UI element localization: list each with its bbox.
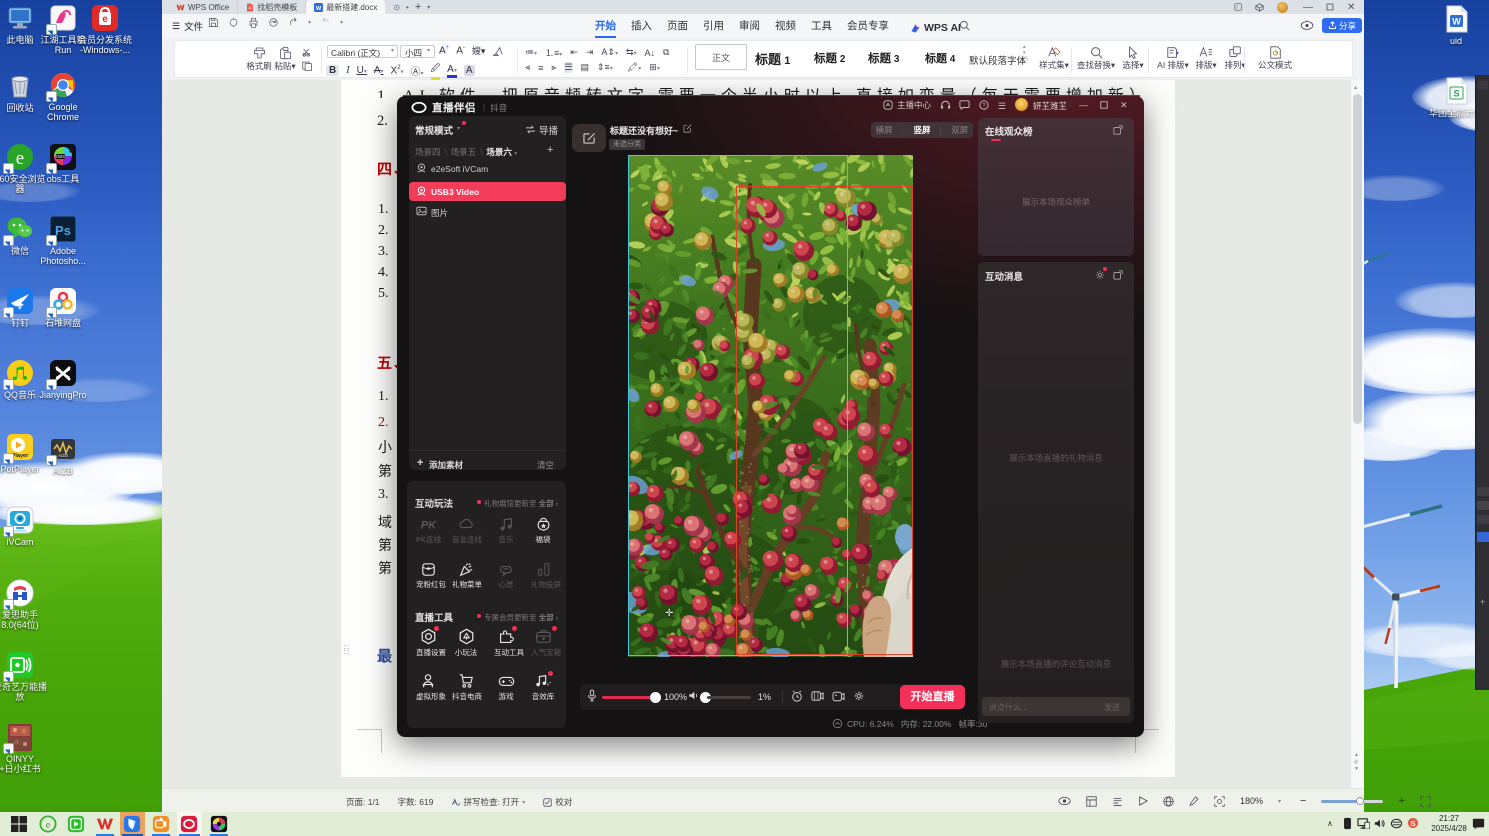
svg-text:AIZB: AIZB: [58, 453, 68, 458]
svg-text:W: W: [316, 5, 322, 11]
svg-text:e: e: [46, 819, 51, 831]
svg-text:OBS: OBS: [56, 154, 65, 159]
svg-text:W: W: [1452, 17, 1461, 27]
svg-text:Player: Player: [12, 453, 29, 459]
svg-text:e: e: [16, 148, 24, 169]
svg-text:S: S: [1453, 89, 1459, 99]
svg-text:?: ?: [982, 103, 986, 109]
svg-text:S: S: [1410, 819, 1415, 828]
svg-text:e: e: [102, 14, 108, 25]
svg-text:Ps: Ps: [55, 223, 71, 238]
svg-text:PK: PK: [420, 519, 436, 531]
